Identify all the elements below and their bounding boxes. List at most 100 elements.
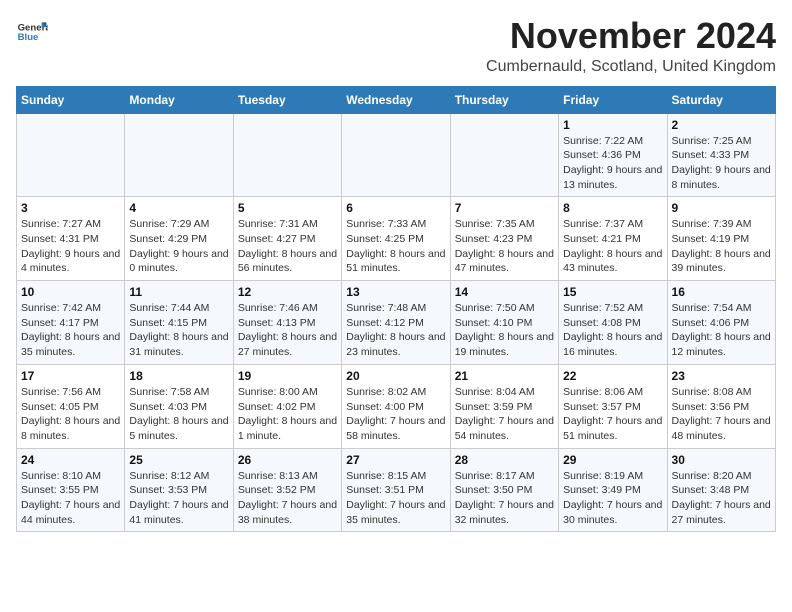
calendar-cell: 30 Sunrise: 8:20 AM Sunset: 3:48 PM Dayli… (667, 448, 775, 532)
calendar-header: SundayMondayTuesdayWednesdayThursdayFrid… (17, 86, 776, 113)
calendar-body: 1 Sunrise: 7:22 AM Sunset: 4:36 PM Daylig… (17, 113, 776, 532)
day-info: Sunrise: 8:15 AM Sunset: 3:51 PM Dayligh… (346, 469, 445, 528)
day-number: 7 (455, 201, 554, 215)
day-number: 25 (129, 453, 228, 467)
header: General Blue November 2024 Cumbernauld, … (16, 16, 776, 76)
logo-icon: General Blue (16, 16, 48, 48)
day-number: 14 (455, 285, 554, 299)
calendar-cell: 18 Sunrise: 7:58 AM Sunset: 4:03 PM Dayli… (125, 364, 233, 448)
day-number: 3 (21, 201, 120, 215)
day-number: 4 (129, 201, 228, 215)
calendar-cell: 12 Sunrise: 7:46 AM Sunset: 4:13 PM Dayli… (233, 281, 341, 365)
day-info: Sunrise: 7:33 AM Sunset: 4:25 PM Dayligh… (346, 217, 445, 276)
day-number: 8 (563, 201, 662, 215)
day-number: 19 (238, 369, 337, 383)
calendar-cell: 10 Sunrise: 7:42 AM Sunset: 4:17 PM Dayli… (17, 281, 125, 365)
calendar-cell: 7 Sunrise: 7:35 AM Sunset: 4:23 PM Daylig… (450, 197, 558, 281)
calendar-cell: 8 Sunrise: 7:37 AM Sunset: 4:21 PM Daylig… (559, 197, 667, 281)
calendar-cell: 6 Sunrise: 7:33 AM Sunset: 4:25 PM Daylig… (342, 197, 450, 281)
calendar-cell (450, 113, 558, 197)
calendar-cell: 23Sunrise: 8:08 AM Sunset: 3:56 PM Dayli… (667, 364, 775, 448)
week-row-3: 17 Sunrise: 7:56 AM Sunset: 4:05 PM Dayli… (17, 364, 776, 448)
day-info: Sunrise: 8:06 AM Sunset: 3:57 PM Dayligh… (563, 385, 662, 444)
day-info: Sunrise: 7:22 AM Sunset: 4:36 PM Dayligh… (563, 134, 662, 193)
calendar-cell: 9 Sunrise: 7:39 AM Sunset: 4:19 PM Daylig… (667, 197, 775, 281)
calendar-cell (233, 113, 341, 197)
day-info: Sunrise: 8:13 AM Sunset: 3:52 PM Dayligh… (238, 469, 337, 528)
day-info: Sunrise: 7:50 AM Sunset: 4:10 PM Dayligh… (455, 301, 554, 360)
calendar-cell: 14 Sunrise: 7:50 AM Sunset: 4:10 PM Dayli… (450, 281, 558, 365)
day-info: Sunrise: 7:58 AM Sunset: 4:03 PM Dayligh… (129, 385, 228, 444)
day-number: 16 (672, 285, 771, 299)
day-info: Sunrise: 7:37 AM Sunset: 4:21 PM Dayligh… (563, 217, 662, 276)
calendar-cell: 19 Sunrise: 8:00 AM Sunset: 4:02 PM Dayli… (233, 364, 341, 448)
day-info: Sunrise: 7:42 AM Sunset: 4:17 PM Dayligh… (21, 301, 120, 360)
calendar-cell: 28Sunrise: 8:17 AM Sunset: 3:50 PM Dayli… (450, 448, 558, 532)
day-number: 23 (672, 369, 771, 383)
day-number: 13 (346, 285, 445, 299)
header-row: SundayMondayTuesdayWednesdayThursdayFrid… (17, 86, 776, 113)
column-header-thursday: Thursday (450, 86, 558, 113)
day-number: 12 (238, 285, 337, 299)
day-info: Sunrise: 8:00 AM Sunset: 4:02 PM Dayligh… (238, 385, 337, 444)
day-number: 26 (238, 453, 337, 467)
column-header-monday: Monday (125, 86, 233, 113)
logo: General Blue (16, 16, 48, 48)
svg-text:Blue: Blue (18, 32, 39, 43)
column-header-wednesday: Wednesday (342, 86, 450, 113)
calendar-cell: 29 Sunrise: 8:19 AM Sunset: 3:49 PM Dayli… (559, 448, 667, 532)
day-info: Sunrise: 7:44 AM Sunset: 4:15 PM Dayligh… (129, 301, 228, 360)
day-info: Sunrise: 8:12 AM Sunset: 3:53 PM Dayligh… (129, 469, 228, 528)
day-info: Sunrise: 8:20 AM Sunset: 3:48 PM Dayligh… (672, 469, 771, 528)
day-info: Sunrise: 7:35 AM Sunset: 4:23 PM Dayligh… (455, 217, 554, 276)
day-info: Sunrise: 7:39 AM Sunset: 4:19 PM Dayligh… (672, 217, 771, 276)
calendar-cell: 22 Sunrise: 8:06 AM Sunset: 3:57 PM Dayli… (559, 364, 667, 448)
day-info: Sunrise: 7:46 AM Sunset: 4:13 PM Dayligh… (238, 301, 337, 360)
calendar-cell (17, 113, 125, 197)
day-number: 10 (21, 285, 120, 299)
calendar-cell: 2Sunrise: 7:25 AM Sunset: 4:33 PM Daylig… (667, 113, 775, 197)
day-number: 15 (563, 285, 662, 299)
day-number: 24 (21, 453, 120, 467)
day-info: Sunrise: 8:02 AM Sunset: 4:00 PM Dayligh… (346, 385, 445, 444)
calendar-cell: 26 Sunrise: 8:13 AM Sunset: 3:52 PM Dayli… (233, 448, 341, 532)
day-number: 20 (346, 369, 445, 383)
calendar-cell: 11Sunrise: 7:44 AM Sunset: 4:15 PM Dayli… (125, 281, 233, 365)
calendar-cell: 27 Sunrise: 8:15 AM Sunset: 3:51 PM Dayli… (342, 448, 450, 532)
day-info: Sunrise: 7:56 AM Sunset: 4:05 PM Dayligh… (21, 385, 120, 444)
calendar-cell (125, 113, 233, 197)
day-number: 22 (563, 369, 662, 383)
column-header-saturday: Saturday (667, 86, 775, 113)
month-title: November 2024 (486, 16, 776, 56)
column-header-sunday: Sunday (17, 86, 125, 113)
day-number: 30 (672, 453, 771, 467)
day-number: 27 (346, 453, 445, 467)
column-header-tuesday: Tuesday (233, 86, 341, 113)
calendar-cell: 1 Sunrise: 7:22 AM Sunset: 4:36 PM Daylig… (559, 113, 667, 197)
week-row-0: 1 Sunrise: 7:22 AM Sunset: 4:36 PM Daylig… (17, 113, 776, 197)
column-header-friday: Friday (559, 86, 667, 113)
calendar-cell: 25 Sunrise: 8:12 AM Sunset: 3:53 PM Dayli… (125, 448, 233, 532)
calendar-cell: 17 Sunrise: 7:56 AM Sunset: 4:05 PM Dayli… (17, 364, 125, 448)
day-info: Sunrise: 7:31 AM Sunset: 4:27 PM Dayligh… (238, 217, 337, 276)
day-info: Sunrise: 7:29 AM Sunset: 4:29 PM Dayligh… (129, 217, 228, 276)
calendar-cell: 15Sunrise: 7:52 AM Sunset: 4:08 PM Dayli… (559, 281, 667, 365)
day-number: 17 (21, 369, 120, 383)
day-info: Sunrise: 7:25 AM Sunset: 4:33 PM Dayligh… (672, 134, 771, 193)
location-title: Cumbernauld, Scotland, United Kingdom (486, 58, 776, 76)
day-number: 9 (672, 201, 771, 215)
week-row-4: 24Sunrise: 8:10 AM Sunset: 3:55 PM Dayli… (17, 448, 776, 532)
day-number: 29 (563, 453, 662, 467)
day-info: Sunrise: 7:27 AM Sunset: 4:31 PM Dayligh… (21, 217, 120, 276)
day-info: Sunrise: 8:17 AM Sunset: 3:50 PM Dayligh… (455, 469, 554, 528)
day-number: 1 (563, 118, 662, 132)
day-number: 18 (129, 369, 228, 383)
day-info: Sunrise: 8:19 AM Sunset: 3:49 PM Dayligh… (563, 469, 662, 528)
title-area: November 2024 Cumbernauld, Scotland, Uni… (486, 16, 776, 76)
calendar-cell: 16Sunrise: 7:54 AM Sunset: 4:06 PM Dayli… (667, 281, 775, 365)
day-number: 6 (346, 201, 445, 215)
calendar-cell: 13Sunrise: 7:48 AM Sunset: 4:12 PM Dayli… (342, 281, 450, 365)
day-number: 21 (455, 369, 554, 383)
calendar-cell: 4 Sunrise: 7:29 AM Sunset: 4:29 PM Daylig… (125, 197, 233, 281)
day-number: 5 (238, 201, 337, 215)
